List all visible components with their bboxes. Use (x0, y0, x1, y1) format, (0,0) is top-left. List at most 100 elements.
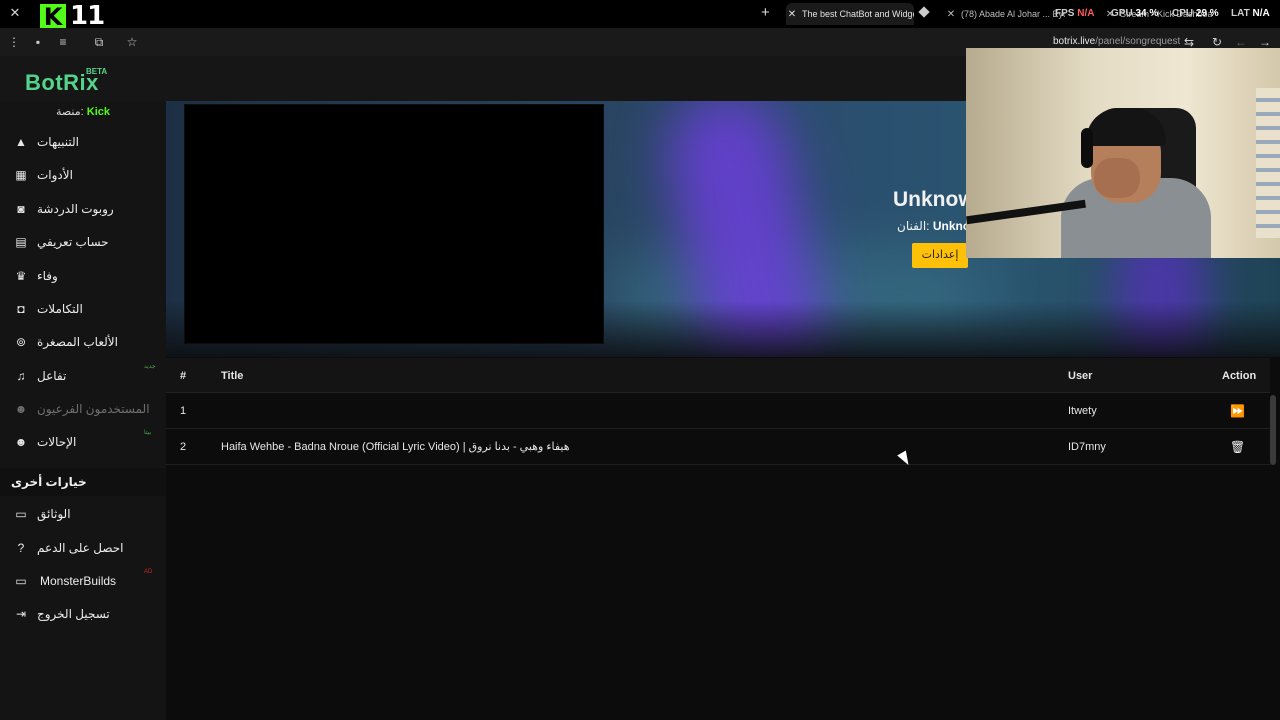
sidebar-item-label: الوثائق (37, 507, 71, 521)
artist-value: Unkno (932, 219, 971, 233)
sidebar-item-referrals[interactable]: ☻ الإحالات بيتا (0, 427, 166, 457)
close-window-icon[interactable]: ✕ (8, 6, 22, 20)
sidebar-item-label: حساب تعريفي (37, 235, 109, 249)
platform-label: منصة: (55, 106, 84, 118)
sidebar-item-label: الأدوات (37, 168, 73, 182)
sidebar-item-label: التكاملات (37, 302, 83, 316)
extensions-puzzle-icon[interactable]: ⧉ (92, 35, 106, 49)
column-header-title: Title (221, 370, 244, 382)
trophy-icon: ♛ (15, 269, 27, 283)
platform-indicator: منصة: Kick (0, 106, 166, 119)
row-user: Itwety (1068, 405, 1097, 417)
sidebar-item-label: احصل على الدعم (37, 541, 124, 555)
menu-dots-icon[interactable]: ⋮ (7, 35, 21, 49)
sidebar-item-label: الألعاب المصغرة (37, 335, 118, 349)
integrations-icon: ◘ (17, 302, 25, 316)
tab-label: The best ChatBot and Widgets (802, 9, 914, 19)
referrals-icon: ☻ (14, 435, 28, 449)
table-row (166, 393, 1270, 429)
browser-tab-bar: ✕ K 11 + ✕ The best ChatBot and Widgets ✕… (0, 0, 1280, 31)
queue-table-header (166, 358, 1270, 393)
docs-icon: ▭ (15, 507, 27, 521)
lat-stat: LAT N/A (1231, 8, 1270, 19)
gpu-stat: GPU 34 % (1111, 8, 1159, 19)
column-header-action: Action (1222, 370, 1257, 382)
kick-logo-number: 11 (70, 1, 105, 31)
beta-badge: بيتا (144, 430, 152, 436)
artist-label: الفنان: (897, 219, 930, 233)
platform-name: Kick (86, 106, 111, 118)
sidebar-item-support[interactable]: ? احصل على الدعم (0, 533, 166, 563)
sidebar-item-label: الإحالات (37, 435, 77, 449)
sidebar-item-minigames[interactable]: ⊚ الألعاب المصغرة (0, 327, 166, 357)
robot-icon: ◙ (17, 202, 25, 216)
back-icon[interactable]: ← (1234, 35, 1248, 49)
url-text[interactable]: botrix.live/panel/songrequest (1053, 36, 1180, 48)
sidebar-item-monsterbuilds[interactable]: ▭ MonsterBuilds AD (0, 566, 166, 596)
tab-label: (78) Abade Al Johar ... Eyona (961, 9, 1065, 19)
ad-badge: AD (144, 569, 153, 575)
settings-button[interactable]: إعدادات (912, 243, 968, 268)
sidebar-item-loyalty[interactable]: ♛ وفاء (0, 261, 166, 291)
other-options-header: خيارات أخرى (0, 468, 166, 496)
row-number: 1 (180, 405, 187, 417)
sidebar-item-integrations[interactable]: ◘ التكاملات (0, 294, 166, 324)
forward-icon[interactable]: → (1258, 35, 1272, 49)
sidebar-item-label: المستخدمون الفرعيون (37, 402, 150, 416)
tab-close-icon[interactable]: ✕ (945, 4, 957, 25)
logout-icon: ⇥ (15, 607, 27, 621)
tab-close-icon[interactable]: ✕ (786, 4, 798, 25)
sidebar-item-interaction[interactable]: ♫ تفاعل جديد (0, 361, 166, 391)
sidebar-item-label: وفاء (37, 269, 58, 283)
column-header-number: # (180, 370, 187, 382)
sidebar-item-tools[interactable]: ▦ الأدوات (0, 160, 166, 190)
sidebar-item-label: التنبيهات (37, 135, 79, 149)
fps-stat: FPS N/A (1055, 8, 1095, 19)
song-title: Unknow (893, 188, 975, 211)
new-badge: جديد (144, 364, 156, 370)
sidebar-item-chatbot[interactable]: ◙ روبوت الدردشة (0, 194, 166, 224)
row-title: Haifa Wehbe - Badna Nroue (Official Lyri… (221, 441, 570, 453)
sidebar-item-label: روبوت الدردشة (37, 202, 114, 216)
music-icon: ♫ (16, 369, 26, 383)
laptop-icon: ▭ (15, 574, 27, 588)
playlist-icon[interactable]: ≡ (56, 35, 70, 49)
table-scrollbar[interactable] (1270, 395, 1276, 465)
users-icon: ☻ (14, 402, 28, 416)
cpu-stat: CPU 29 % (1172, 8, 1219, 19)
new-tab-button[interactable]: + (761, 5, 770, 20)
webcam-overlay (966, 48, 1280, 258)
help-icon: ? (17, 541, 25, 555)
extension-icon[interactable]: ▪ (31, 35, 45, 49)
sidebar-item-label: تفاعل (37, 369, 67, 383)
webcam-person-hand (1094, 158, 1140, 198)
row-user: ID7mny (1068, 441, 1106, 453)
tab-group-icon (918, 6, 930, 18)
sidebar-item-docs[interactable]: ▭ الوثائق (0, 499, 166, 529)
webcam-headset (1081, 128, 1093, 168)
skip-icon[interactable]: ⏩ (1230, 404, 1245, 418)
webcam-scarf (1256, 88, 1280, 238)
section-title: خيارات أخرى (11, 475, 87, 489)
sidebar-item-subusers: ☻ المستخدمون الفرعيون (0, 394, 166, 424)
beta-badge: BETA (86, 67, 108, 76)
warning-icon: ▲ (15, 135, 27, 149)
tab-settings-icon[interactable]: ⇆ (1182, 35, 1196, 49)
id-card-icon: ▤ (15, 235, 27, 249)
video-player[interactable] (184, 104, 604, 344)
bookmark-star-icon[interactable]: ☆ (125, 35, 139, 49)
reload-icon[interactable]: ↻ (1210, 35, 1224, 49)
sidebar-item-alerts[interactable]: ▲ التنبيهات (0, 127, 166, 157)
sidebar-item-label: تسجيل الخروج (37, 607, 110, 621)
gamepad-icon: ⊚ (15, 335, 27, 349)
sidebar-item-label: MonsterBuilds (40, 574, 117, 588)
sidebar-item-profile[interactable]: ▤ حساب تعريفي (0, 227, 166, 257)
tab-botrix[interactable]: ✕ The best ChatBot and Widgets (786, 3, 914, 25)
tab-youtube[interactable]: ✕ (78) Abade Al Johar ... Eyona (945, 3, 1065, 25)
sidebar-item-logout[interactable]: ⇥ تسجيل الخروج (0, 599, 166, 629)
column-header-user: User (1068, 370, 1093, 382)
grid-icon: ▦ (15, 168, 27, 182)
row-number: 2 (180, 441, 187, 453)
trash-icon[interactable]: 🗑 (1230, 440, 1245, 454)
artist-line: الفنان: Unkno (897, 219, 970, 233)
